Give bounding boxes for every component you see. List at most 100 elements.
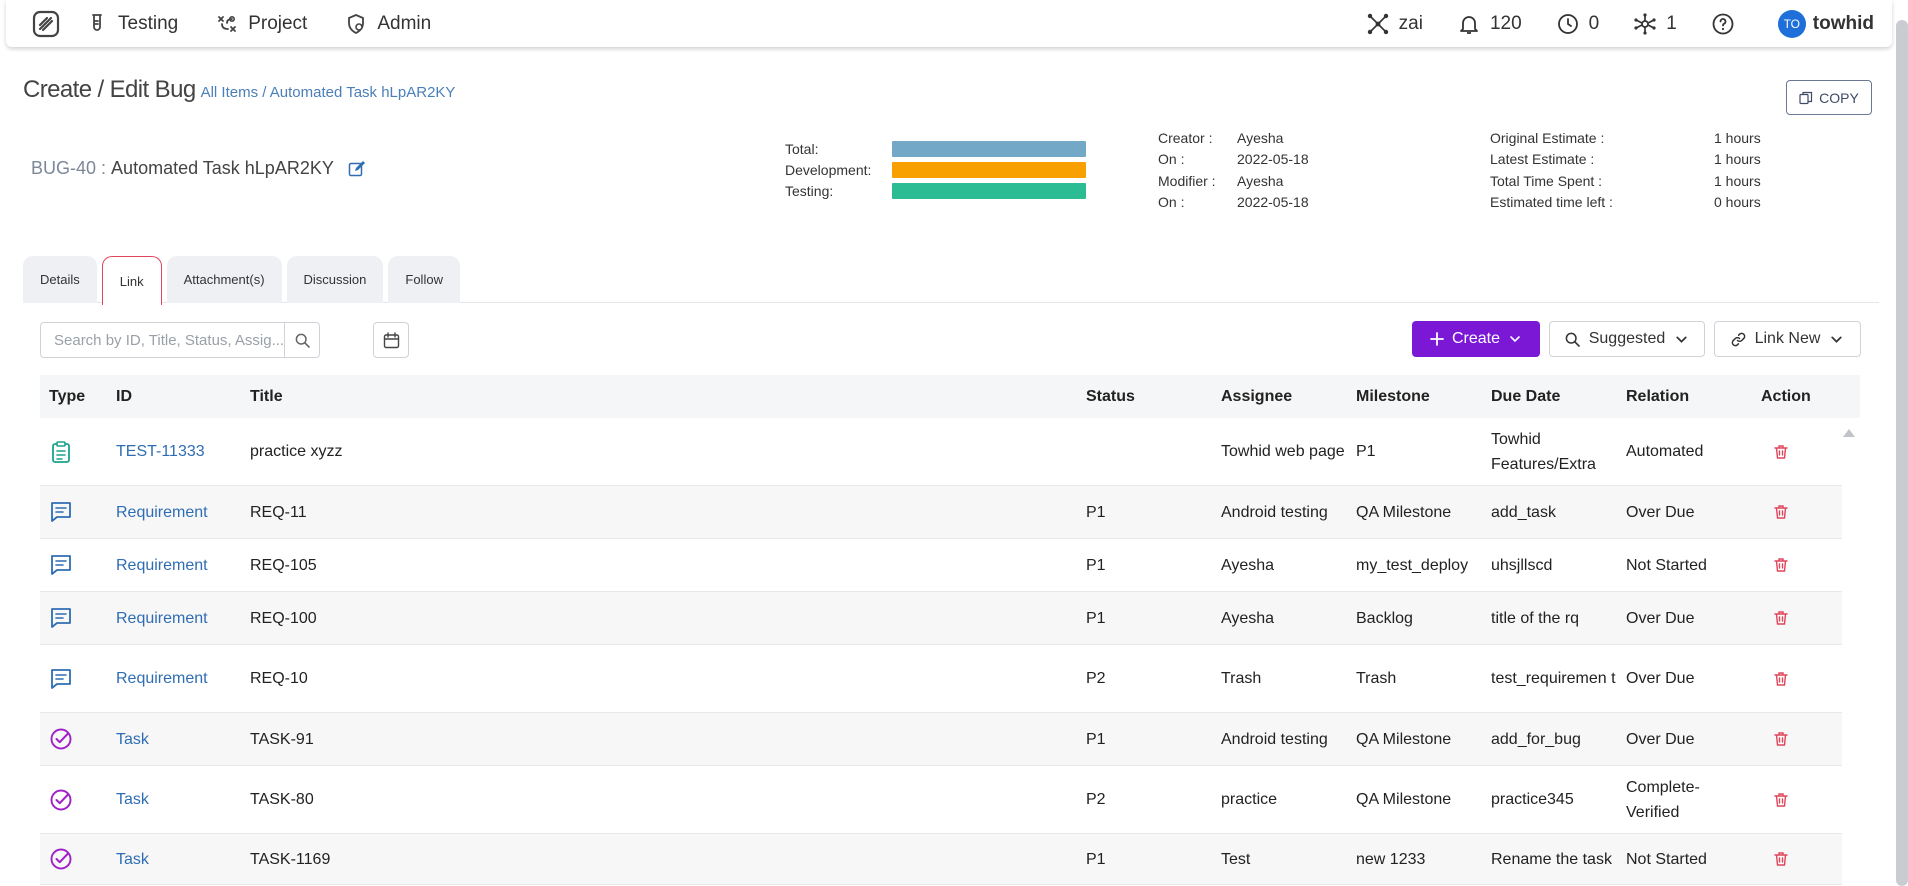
delete-link-button[interactable] bbox=[1752, 610, 1836, 626]
notifications-button[interactable]: 120 bbox=[1457, 12, 1522, 36]
table-row[interactable]: Task TASK-80 P2 practice QA Milestone practic… bbox=[40, 766, 1842, 834]
table-row[interactable]: Requirement REQ-10 P2 Trash Trash test_requir… bbox=[40, 645, 1842, 713]
app-logo-icon[interactable] bbox=[32, 10, 60, 38]
progress-development: Development: bbox=[785, 159, 1086, 180]
row-milestone: my_test_deploy bbox=[1356, 556, 1469, 574]
table-body: TEST-11333 practice xyzz Towhid web page P1… bbox=[40, 418, 1860, 885]
creator-label: Creator : bbox=[1158, 129, 1213, 146]
tab-discussion[interactable]: Discussion bbox=[286, 256, 384, 303]
links-table: Type ID Title Status Assignee Milestone … bbox=[40, 375, 1860, 885]
table-row[interactable]: Task TASK-91 P1 Android testing QA Milestone… bbox=[40, 713, 1842, 766]
row-status: P1 bbox=[1086, 850, 1106, 868]
page-title: Create / Edit Bug bbox=[23, 76, 196, 103]
row-assignee: Test bbox=[1221, 850, 1251, 868]
tab-link[interactable]: Link bbox=[101, 256, 162, 305]
search-input[interactable] bbox=[41, 323, 284, 357]
help-button[interactable] bbox=[1711, 12, 1744, 36]
help-icon bbox=[1712, 13, 1734, 34]
modified-on-label: On : bbox=[1158, 194, 1185, 211]
table-row[interactable]: Requirement REQ-100 P1 Ayesha Backlog title o… bbox=[40, 592, 1842, 645]
table-row[interactable]: Requirement REQ-105 P1 Ayesha my_test_deploy… bbox=[40, 539, 1842, 592]
search-button[interactable] bbox=[284, 323, 319, 357]
delete-link-button[interactable] bbox=[1752, 671, 1836, 687]
suggested-label: Suggested bbox=[1588, 330, 1666, 347]
time-spent-value: 1 hours bbox=[1714, 172, 1761, 189]
suggested-button[interactable]: Suggested bbox=[1549, 321, 1705, 357]
user-menu[interactable]: TO towhid bbox=[1777, 9, 1892, 38]
row-id-link[interactable]: Task bbox=[107, 727, 241, 752]
row-relation: Over Due bbox=[1626, 503, 1695, 521]
hub-icon bbox=[1634, 12, 1656, 35]
zai-button[interactable]: zai bbox=[1366, 12, 1423, 36]
bug-title: BUG-40 : Automated Task hLpAR2KY bbox=[31, 158, 366, 179]
test-case-icon bbox=[40, 440, 107, 464]
created-on-value: 2022-05-18 bbox=[1237, 151, 1309, 168]
row-relation: Over Due bbox=[1626, 670, 1695, 687]
delete-link-button[interactable] bbox=[1752, 557, 1836, 573]
col-due-date: Due Date bbox=[1491, 387, 1561, 405]
search-icon bbox=[1565, 332, 1580, 347]
task-check-icon bbox=[40, 727, 107, 751]
nav-admin-label: Admin bbox=[377, 12, 432, 34]
nav-project[interactable]: Project bbox=[216, 13, 307, 35]
nav-testing[interactable]: Testing bbox=[86, 13, 178, 35]
row-assignee: Ayesha bbox=[1221, 556, 1275, 574]
row-id-link[interactable]: Requirement bbox=[107, 606, 241, 631]
progress-total: Total: bbox=[785, 138, 1086, 159]
row-id-link[interactable]: Requirement bbox=[107, 500, 241, 525]
delete-link-button[interactable] bbox=[1752, 731, 1836, 747]
row-id-link[interactable]: Requirement bbox=[107, 553, 241, 578]
flask-icon bbox=[92, 13, 102, 31]
row-id-link[interactable]: Task bbox=[107, 847, 241, 872]
delete-link-button[interactable] bbox=[1752, 851, 1836, 867]
original-estimate-value: 1 hours bbox=[1714, 129, 1761, 146]
scroll-up-arrow-icon[interactable] bbox=[1843, 429, 1855, 437]
breadcrumb[interactable]: All Items / Automated Task hLpAR2KY bbox=[201, 84, 456, 101]
modifier-value: Ayesha bbox=[1237, 172, 1284, 189]
requirement-icon bbox=[40, 667, 107, 691]
progress-bars: Total: Development: Testing: bbox=[785, 138, 1086, 201]
page-scrollbar[interactable] bbox=[1896, 20, 1908, 886]
table-header: Type ID Title Status Assignee Milestone … bbox=[40, 375, 1860, 418]
copy-label: COPY bbox=[1819, 89, 1859, 106]
workflow-icon bbox=[218, 15, 237, 32]
timer-button[interactable]: 0 bbox=[1556, 12, 1599, 36]
row-id-link[interactable]: TEST-11333 bbox=[107, 439, 241, 464]
table-row[interactable]: Task TASK-1169 P1 Test new 1233 Rename the ta… bbox=[40, 834, 1842, 885]
delete-link-button[interactable] bbox=[1752, 504, 1836, 520]
table-row[interactable]: Requirement REQ-11 P1 Android testing QA Mil… bbox=[40, 486, 1842, 539]
row-id-link[interactable]: Task bbox=[107, 787, 241, 812]
progress-testing: Testing: bbox=[785, 180, 1086, 201]
row-due-date: add_for_bug bbox=[1491, 730, 1581, 748]
delete-link-button[interactable] bbox=[1752, 792, 1836, 808]
create-button[interactable]: Create bbox=[1412, 321, 1540, 357]
delete-link-button[interactable] bbox=[1752, 444, 1836, 460]
row-status: P1 bbox=[1086, 730, 1106, 748]
tab-attachments[interactable]: Attachment(s) bbox=[166, 256, 282, 303]
table-scrollbar[interactable] bbox=[1842, 423, 1856, 886]
link-new-button[interactable]: Link New bbox=[1714, 321, 1861, 357]
zai-label: zai bbox=[1398, 12, 1423, 34]
row-title: TASK-91 bbox=[250, 730, 314, 748]
copy-button[interactable]: COPY bbox=[1786, 80, 1872, 115]
top-navbar: Testing Project Admin zai 120 0 1 TO tow… bbox=[6, 0, 1892, 47]
row-id-link[interactable]: Requirement bbox=[107, 666, 241, 691]
bug-id: BUG-40 bbox=[31, 158, 97, 178]
tab-follow[interactable]: Follow bbox=[388, 256, 460, 303]
nav-admin[interactable]: Admin bbox=[345, 13, 431, 35]
tab-details[interactable]: Details bbox=[23, 256, 97, 303]
date-filter-button[interactable] bbox=[373, 322, 409, 358]
progress-testing-bar bbox=[892, 182, 1086, 199]
row-status: P1 bbox=[1086, 556, 1106, 574]
table-row[interactable]: TEST-11333 practice xyzz Towhid web page P1… bbox=[40, 418, 1842, 486]
row-relation: Automated bbox=[1626, 443, 1704, 460]
original-estimate-label: Original Estimate : bbox=[1490, 129, 1605, 146]
time-left-label: Estimated time left : bbox=[1490, 194, 1613, 211]
row-title: TASK-80 bbox=[250, 791, 314, 808]
col-action: Action bbox=[1761, 387, 1811, 405]
row-assignee: Towhid web page bbox=[1221, 443, 1345, 460]
integrations-button[interactable]: 1 bbox=[1633, 12, 1677, 36]
edit-icon[interactable] bbox=[348, 160, 366, 178]
row-assignee: Ayesha bbox=[1221, 609, 1275, 627]
row-due-date: practice345 bbox=[1491, 791, 1574, 808]
